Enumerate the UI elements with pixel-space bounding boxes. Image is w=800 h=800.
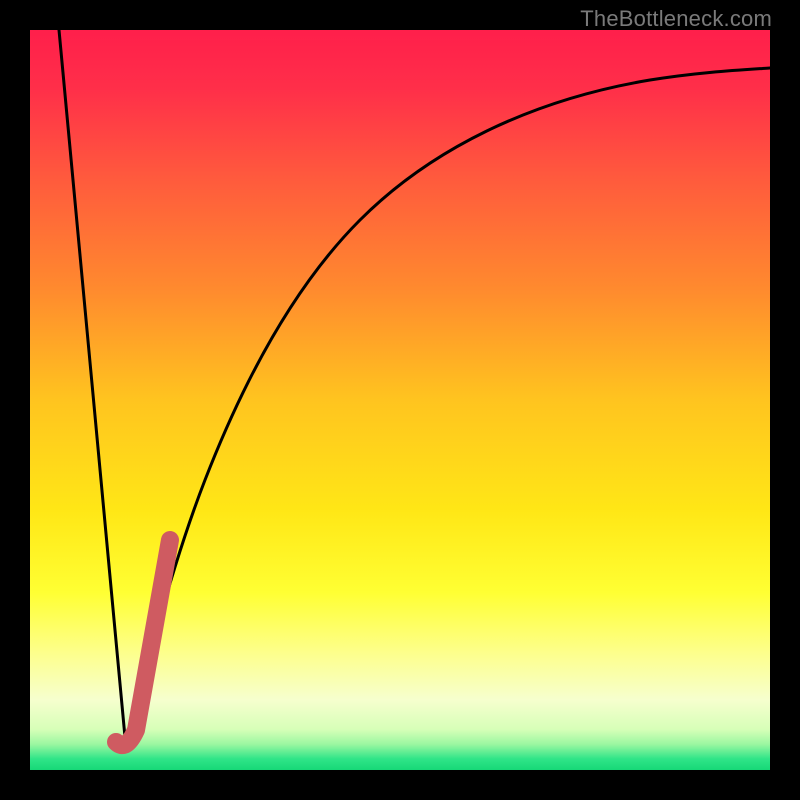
right-branch-line <box>126 68 770 748</box>
plot-area <box>30 30 770 770</box>
left-branch-line <box>59 30 126 748</box>
curve-layer <box>30 30 770 770</box>
chart-frame: TheBottleneck.com <box>0 0 800 800</box>
watermark-text: TheBottleneck.com <box>580 6 772 32</box>
